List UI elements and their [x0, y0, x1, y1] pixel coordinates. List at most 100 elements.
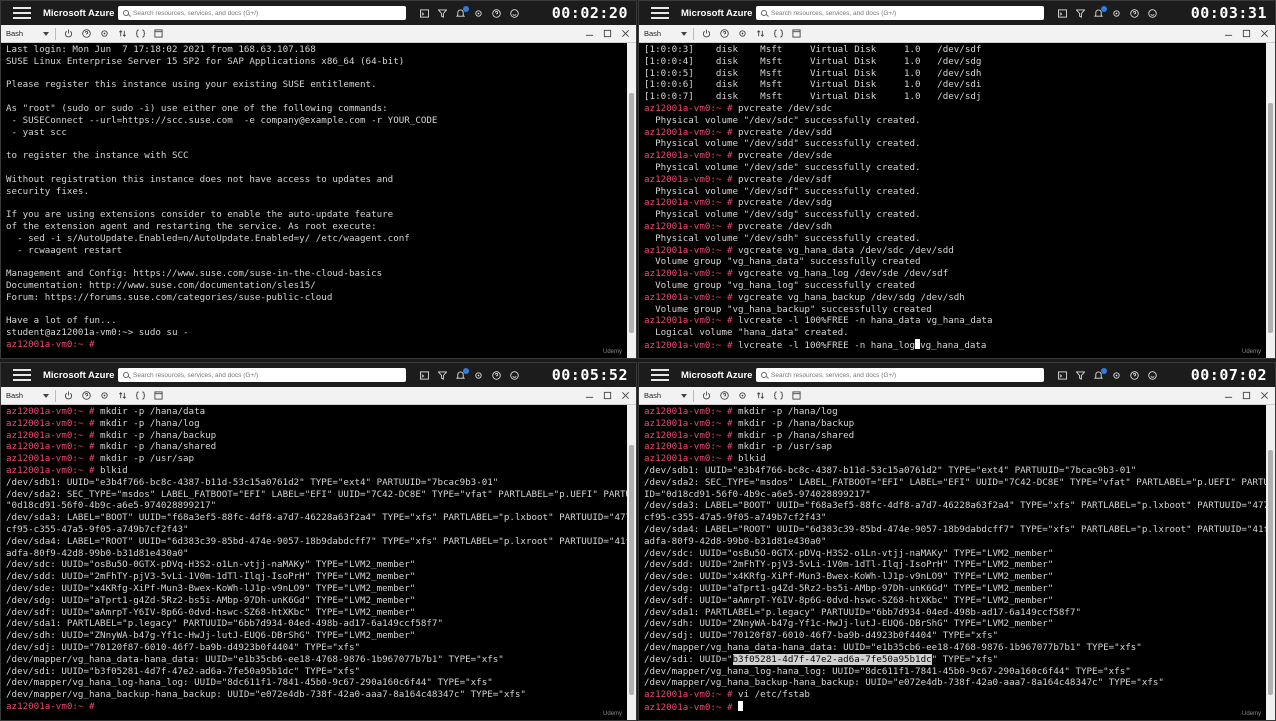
shell-selector[interactable]: Bash: [6, 389, 56, 402]
help-icon[interactable]: [720, 391, 729, 400]
line-text: mkdir -p /hana/shared: [732, 429, 855, 441]
line-text: of the extension agent and restarting th…: [6, 220, 377, 232]
settings-icon[interactable]: [474, 9, 483, 18]
directory-filter-icon[interactable]: [1076, 370, 1085, 380]
terminal-scrollbar[interactable]: [627, 405, 636, 720]
shell-selector[interactable]: Bash: [6, 27, 56, 40]
maximize-icon[interactable]: [1242, 391, 1251, 400]
upload-download-icon[interactable]: [118, 391, 127, 400]
settings-icon[interactable]: [738, 391, 747, 400]
help-icon[interactable]: [720, 29, 729, 38]
shell-prompt: az12001a-vm0:~ #: [644, 102, 733, 114]
watermark: Udemy: [1241, 711, 1261, 717]
maximize-icon[interactable]: [603, 391, 612, 400]
cloud-shell-icon[interactable]: [420, 370, 429, 380]
settings-icon[interactable]: [100, 29, 109, 38]
terminal-output[interactable]: az12001a-vm0:~ # mkdir -p /hana/log az120…: [639, 405, 1266, 720]
settings-icon[interactable]: [738, 29, 747, 38]
minimize-icon[interactable]: [1224, 391, 1233, 400]
settings-icon[interactable]: [474, 371, 483, 380]
global-search-input[interactable]: Search resources, services, and docs (G+…: [756, 368, 1044, 382]
minimize-icon[interactable]: [1224, 29, 1233, 38]
feedback-icon[interactable]: [1148, 370, 1157, 380]
open-editor-icon[interactable]: [774, 391, 783, 400]
settings-icon[interactable]: [1112, 371, 1121, 380]
menu-icon[interactable]: [651, 7, 669, 19]
close-icon[interactable]: [621, 391, 630, 400]
open-editor-icon[interactable]: [136, 391, 145, 400]
help-icon[interactable]: [82, 29, 91, 38]
minimize-icon[interactable]: [585, 29, 594, 38]
line-text: cf95-c355-47a5-9f05-a749b7cf2f43": [6, 523, 189, 535]
portal-brand[interactable]: Microsoft Azure: [43, 8, 118, 19]
maximize-icon[interactable]: [603, 29, 612, 38]
minimize-icon[interactable]: [585, 391, 594, 400]
terminal-scrollbar[interactable]: [1266, 43, 1275, 358]
portal-brand[interactable]: Microsoft Azure: [681, 8, 756, 19]
terminal-output[interactable]: az12001a-vm0:~ # mkdir -p /hana/data az12…: [1, 405, 627, 720]
power-icon[interactable]: [64, 391, 73, 400]
web-preview-icon[interactable]: [154, 391, 163, 400]
terminal-cursor: [738, 700, 744, 711]
power-icon[interactable]: [64, 29, 73, 38]
upload-download-icon[interactable]: [756, 391, 765, 400]
directory-filter-icon[interactable]: [1076, 8, 1085, 18]
terminal-line: az12001a-vm0:~ # mkdir -p /usr/sap: [644, 441, 1266, 453]
line-text: /dev/sda4: LABEL="ROOT" UUID="6d383c39-8…: [6, 535, 627, 547]
cloud-shell-icon[interactable]: [1058, 370, 1067, 380]
close-icon[interactable]: [1260, 391, 1269, 400]
cloud-shell-icon[interactable]: [420, 8, 429, 18]
search-placeholder: Search resources, services, and docs (G+…: [133, 9, 259, 17]
cloud-shell-icon[interactable]: [1058, 8, 1067, 18]
terminal-scrollbar[interactable]: [1266, 405, 1275, 720]
directory-filter-icon[interactable]: [438, 8, 447, 18]
feedback-icon[interactable]: [510, 8, 519, 18]
web-preview-icon[interactable]: [792, 29, 801, 38]
help-icon[interactable]: [492, 370, 501, 380]
feedback-icon[interactable]: [1148, 8, 1157, 18]
upload-download-icon[interactable]: [118, 29, 127, 38]
terminal-line: Without registration this instance does …: [6, 174, 627, 186]
terminal-output[interactable]: [1:0:0:3] disk Msft Virtual Disk 1.0 /de…: [639, 43, 1266, 358]
help-icon[interactable]: [1130, 8, 1139, 18]
open-editor-icon[interactable]: [136, 29, 145, 38]
power-icon[interactable]: [702, 391, 711, 400]
menu-icon[interactable]: [13, 7, 31, 19]
global-search-input[interactable]: Search resources, services, and docs (G+…: [118, 368, 406, 382]
shell-selector[interactable]: Bash: [644, 389, 694, 402]
line-text: [1:0:0:7] disk Msft Virtual Disk 1.0 /de…: [644, 91, 982, 103]
terminal-output[interactable]: Last login: Mon Jun 7 17:18:02 2021 from…: [1, 43, 627, 358]
global-search-input[interactable]: Search resources, services, and docs (G+…: [756, 6, 1044, 20]
help-icon[interactable]: [492, 8, 501, 18]
settings-icon[interactable]: [100, 391, 109, 400]
close-icon[interactable]: [1260, 29, 1269, 38]
open-editor-icon[interactable]: [774, 29, 783, 38]
menu-icon[interactable]: [13, 369, 31, 381]
directory-filter-icon[interactable]: [438, 370, 447, 380]
settings-icon[interactable]: [1112, 9, 1121, 18]
portal-brand[interactable]: Microsoft Azure: [43, 370, 118, 381]
web-preview-icon[interactable]: [792, 391, 801, 400]
terminal-line: az12001a-vm0:~ # blkid: [6, 465, 627, 477]
line-text: /dev/sdc: UUID="osBu5O-0GTX-pDVq-H3S2-o1…: [644, 547, 1054, 559]
feedback-icon[interactable]: [510, 370, 519, 380]
portal-brand[interactable]: Microsoft Azure: [681, 370, 756, 381]
maximize-icon[interactable]: [1242, 29, 1251, 38]
help-icon[interactable]: [1130, 370, 1139, 380]
terminal-scrollbar[interactable]: [627, 43, 636, 358]
menu-icon[interactable]: [651, 369, 669, 381]
cloud-shell-toolbar: Bash: [1, 387, 636, 405]
upload-download-icon[interactable]: [756, 29, 765, 38]
scrollbar-thumb[interactable]: [629, 445, 634, 695]
shell-selector[interactable]: Bash: [644, 27, 694, 40]
power-icon[interactable]: [702, 29, 711, 38]
close-icon[interactable]: [621, 29, 630, 38]
scrollbar-thumb[interactable]: [1268, 450, 1273, 695]
help-icon[interactable]: [82, 391, 91, 400]
scrollbar-thumb[interactable]: [629, 93, 634, 333]
scrollbar-thumb[interactable]: [1268, 103, 1273, 333]
line-text: vi /etc/fstab: [732, 689, 810, 701]
web-preview-icon[interactable]: [154, 29, 163, 38]
global-search-input[interactable]: Search resources, services, and docs (G+…: [118, 6, 406, 20]
